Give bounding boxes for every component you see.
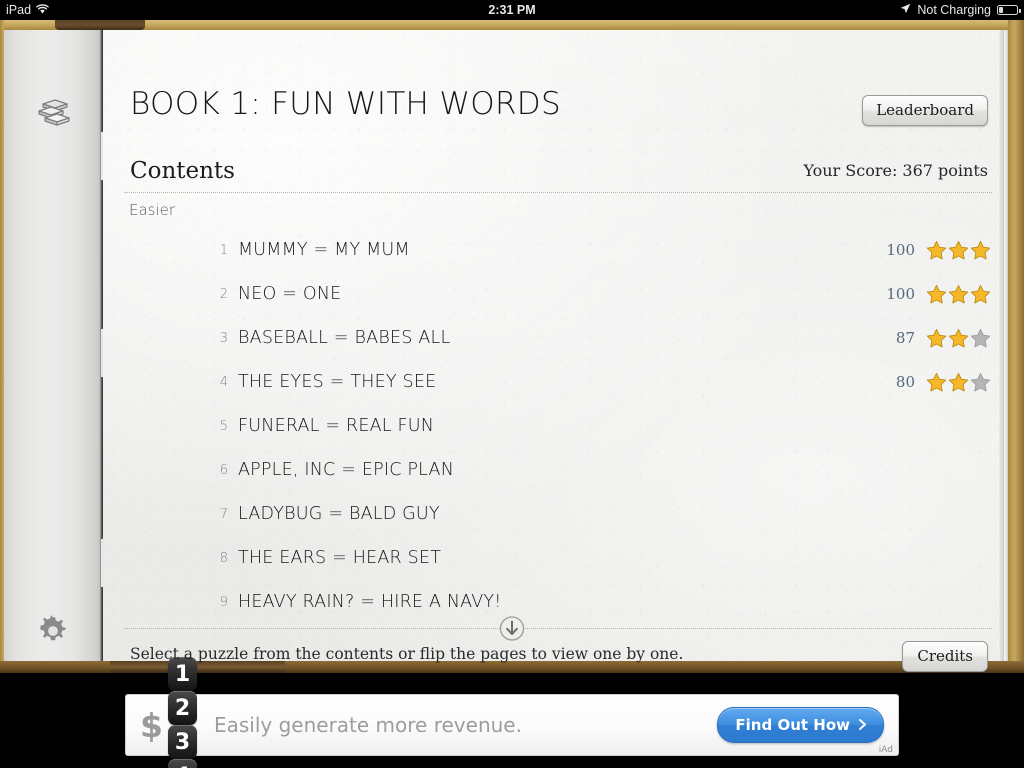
contents-heading: Contents <box>130 158 235 184</box>
puzzle-text: FUNERAL = REAL FUN <box>238 416 435 436</box>
puzzle-score: 100 <box>886 285 915 303</box>
puzzle-row[interactable]: 9 HEAVY RAIN? = HIRE A NAVY! <box>124 580 992 624</box>
ad-digit-tile: 4 <box>167 759 197 768</box>
puzzle-number: 8 <box>219 550 228 566</box>
puzzle-text: HEAVY RAIN? = HIRE A NAVY! <box>238 592 502 612</box>
puzzle-number: 2 <box>219 286 228 302</box>
ad-network-label: iAd <box>878 745 893 755</box>
divider-bottom <box>124 628 992 629</box>
puzzle-star-rating <box>926 284 992 305</box>
star-empty-icon <box>970 372 991 393</box>
puzzle-text: THE EARS = HEAR SET <box>238 548 442 568</box>
puzzle-star-rating <box>926 240 992 261</box>
puzzle-number: 5 <box>219 418 228 434</box>
divider-top <box>124 192 992 193</box>
star-empty-icon <box>970 328 991 349</box>
puzzle-star-rating <box>926 372 992 393</box>
puzzle-number: 7 <box>219 506 228 522</box>
battery-status-label: Not Charging <box>917 3 991 17</box>
star-filled-icon <box>926 372 947 393</box>
puzzle-text: APPLE, INC = EPIC PLAN <box>238 460 454 480</box>
leaderboard-button[interactable]: Leaderboard <box>862 95 988 126</box>
puzzle-text: BASEBALL = BABES ALL <box>238 328 451 348</box>
status-bar: iPad 2:31 PM Not Charging <box>0 0 1024 20</box>
nav-rail <box>4 30 102 661</box>
star-filled-icon <box>970 284 991 305</box>
puzzle-text: MUMMY = MY MUM <box>238 240 410 260</box>
star-filled-icon <box>948 328 969 349</box>
chevron-right-icon <box>859 716 866 734</box>
find-out-how-label: Find Out How <box>735 716 850 734</box>
star-filled-icon <box>926 284 947 305</box>
status-bar-right: Not Charging <box>900 0 1021 20</box>
ad-tagline: Easily generate more revenue. <box>213 713 522 737</box>
section-label-easier: Easier <box>129 201 176 219</box>
ad-digit-tile: 3 <box>167 725 197 759</box>
puzzle-number: 3 <box>219 330 228 346</box>
puzzle-number: 6 <box>219 462 228 478</box>
ad-digit-tiles: 1234 <box>167 657 199 768</box>
puzzle-score: 80 <box>895 373 915 391</box>
puzzle-text: LADYBUG = BALD GUY <box>238 504 440 524</box>
page-title: BOOK 1: FUN WITH WORDS <box>130 86 561 122</box>
puzzle-score: 87 <box>895 329 915 347</box>
ipad-screen: iPad 2:31 PM Not Charging BOOK 1: FUN WI… <box>0 0 1024 768</box>
location-arrow-icon <box>900 0 911 20</box>
star-filled-icon <box>948 372 969 393</box>
credits-button[interactable]: Credits <box>902 641 988 672</box>
your-score-label: Your Score: 367 points <box>803 161 988 180</box>
arrow-down-circle-icon[interactable] <box>499 615 526 642</box>
puzzle-row[interactable]: 6 APPLE, INC = EPIC PLAN <box>124 448 992 492</box>
puzzle-row[interactable]: 5 FUNERAL = REAL FUN <box>124 404 992 448</box>
book-border-right <box>1008 20 1024 673</box>
puzzle-number: 1 <box>219 242 228 258</box>
puzzle-row[interactable]: 3 BASEBALL = BABES ALL 87 <box>124 316 992 360</box>
puzzle-star-rating <box>926 328 992 349</box>
gear-icon[interactable] <box>30 608 76 654</box>
page-edge-1 <box>1004 30 1008 661</box>
puzzle-number: 4 <box>219 374 228 390</box>
star-filled-icon <box>970 240 991 261</box>
book-border-top <box>0 20 1024 30</box>
puzzle-row[interactable]: 8 THE EARS = HEAR SET <box>124 536 992 580</box>
puzzle-text: NEO = ONE <box>238 284 342 304</box>
book-app-frame: BOOK 1: FUN WITH WORDS Leaderboard Conte… <box>0 20 1024 673</box>
puzzle-list: 1 MUMMY = MY MUM 100 2 NEO = ONE 100 3 BASEBALL… <box>124 228 992 624</box>
star-filled-icon <box>948 240 969 261</box>
page-edge-2 <box>1001 30 1004 661</box>
puzzle-row[interactable]: 7 LADYBUG = BALD GUY <box>124 492 992 536</box>
find-out-how-button[interactable]: Find Out How <box>717 707 884 743</box>
status-bar-clock: 2:31 PM <box>488 3 536 17</box>
star-filled-icon <box>948 284 969 305</box>
page-edge-3 <box>998 30 1001 661</box>
puzzle-text: THE EYES = THEY SEE <box>238 372 437 392</box>
book-border-top-notch <box>55 20 145 30</box>
battery-icon <box>997 5 1021 15</box>
star-filled-icon <box>926 328 947 349</box>
books-stack-icon[interactable] <box>30 88 76 134</box>
puzzle-row[interactable]: 1 MUMMY = MY MUM 100 <box>124 228 992 272</box>
puzzle-score: 100 <box>886 241 915 259</box>
ad-digit-tile: 2 <box>167 691 197 725</box>
puzzle-number: 9 <box>219 594 228 610</box>
ad-currency-symbol: $ <box>140 705 163 745</box>
puzzle-row[interactable]: 2 NEO = ONE 100 <box>124 272 992 316</box>
iad-banner[interactable]: $ 1234 Easily generate more revenue. Fin… <box>125 657 899 768</box>
star-filled-icon <box>926 240 947 261</box>
puzzle-row[interactable]: 4 THE EYES = THEY SEE 80 <box>124 360 992 404</box>
footer-hint-text: Select a puzzle from the contents or fli… <box>130 645 684 663</box>
